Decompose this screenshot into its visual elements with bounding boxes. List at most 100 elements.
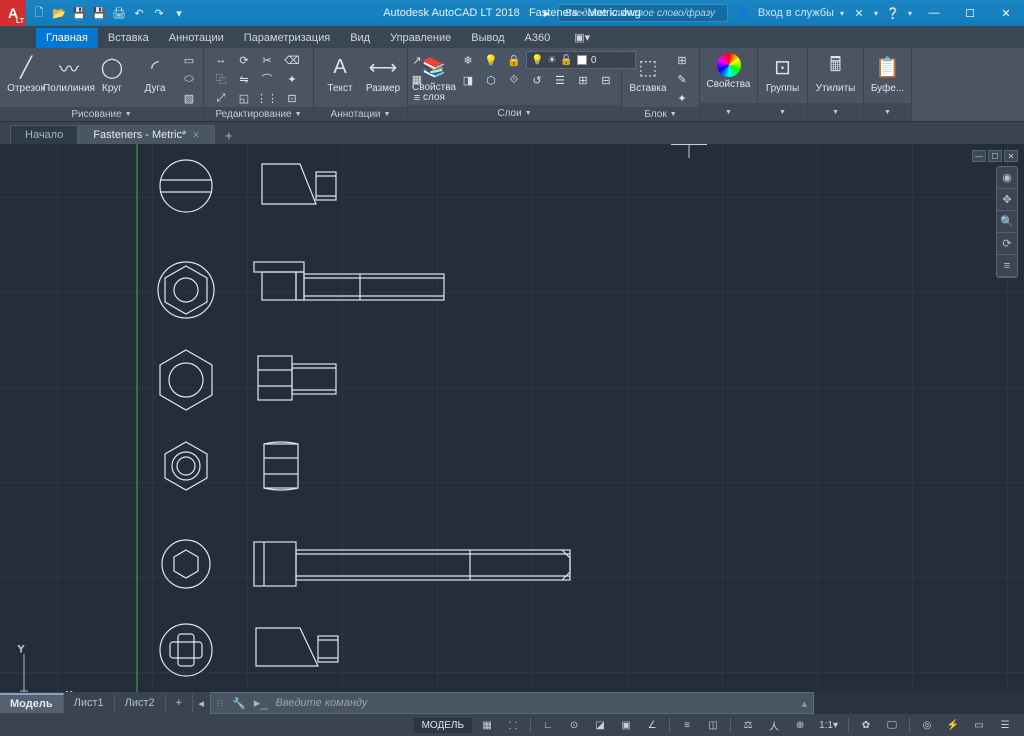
transparency-icon[interactable]: ◫ [702,716,724,734]
sign-in-dd[interactable]: ▾ [840,9,844,18]
layer-on-icon[interactable]: 💡 [480,51,502,69]
redo-icon[interactable]: ↷ [150,4,168,22]
move-icon[interactable]: ↔ [210,51,232,69]
tab-insert[interactable]: Вставка [98,28,159,48]
vp-maximize-button[interactable]: ☐ [988,150,1002,162]
hardware-icon[interactable]: ⚡ [942,716,964,734]
layer-off-icon[interactable]: ⬡ [480,71,502,89]
save-icon[interactable]: 💾 [70,4,88,22]
new-icon[interactable]: 🗋 [30,4,48,22]
clipboard-button[interactable]: 📋Буфе... [868,51,908,96]
layer-props-button[interactable]: 📚Свойства слоя [414,51,454,105]
vp-close-button[interactable]: ✕ [1004,150,1018,162]
stretch-icon[interactable]: ⤢ [210,89,232,107]
sign-in-icon[interactable]: 👤 [734,4,752,22]
layout-sheet1[interactable]: Лист1 [64,694,115,712]
sign-in-label[interactable]: Вход в службы [758,7,834,19]
explode-icon[interactable]: ✦ [281,70,303,88]
hatch-icon[interactable]: ▨ [178,89,200,107]
panel-util-label[interactable]: ▼ [808,103,863,121]
polyline-button[interactable]: 〰Полилиния [49,51,89,96]
undo-icon[interactable]: ↶ [130,4,148,22]
saveas-icon[interactable]: 💾 [90,4,108,22]
nav-more-icon[interactable]: ≡ [997,255,1017,277]
panel-clip-label[interactable]: ▼ [864,103,911,121]
layer-del-icon[interactable]: ⊟ [595,71,617,89]
close-tab-icon[interactable]: ✕ [192,130,200,141]
app-menu-button[interactable]: ALT [0,0,26,26]
annotate-vis-icon[interactable]: 人 [763,716,785,734]
customize-icon[interactable]: ☰ [994,716,1016,734]
circle-button[interactable]: ◯Круг [92,51,132,96]
clean-screen-icon[interactable]: ▭ [968,716,990,734]
groups-button[interactable]: ⊡Группы [763,51,803,96]
layout-sheet2[interactable]: Лист2 [115,694,166,712]
nav-zoom-icon[interactable]: 🔍 [997,211,1017,233]
isolate-icon[interactable]: ◎ [916,716,938,734]
rotate-icon[interactable]: ⟳ [233,51,255,69]
panel-props-label[interactable]: ▼ [700,103,757,121]
rect-icon[interactable]: ▭ [178,51,200,69]
layer-walk-icon[interactable]: ☰ [549,71,571,89]
doctab-home[interactable]: Начало [10,125,78,144]
tab-expander[interactable]: ▣▾ [564,27,600,48]
layout-add[interactable]: + [166,694,193,712]
vp-minimize-button[interactable]: — [972,150,986,162]
panel-block-label[interactable]: Блок▼ [622,107,699,121]
ortho-icon[interactable]: ∟ [537,716,559,734]
layer-merge-icon[interactable]: ⊞ [572,71,594,89]
dimension-button[interactable]: ⟷Размер [363,51,403,96]
fillet-icon[interactable]: ⌒ [256,70,278,88]
status-model-badge[interactable]: МОДЕЛЬ [414,718,472,733]
otrack-icon[interactable]: ∠ [641,716,663,734]
layout-scroll-left[interactable]: ◂ [193,697,209,710]
tab-output[interactable]: Вывод [461,28,514,48]
offset-icon[interactable]: ⊡ [281,89,303,107]
insert-block-button[interactable]: ⬚Вставка [628,51,668,96]
tab-a360[interactable]: A360 [515,28,561,48]
layer-prev-icon[interactable]: ↺ [526,71,548,89]
maximize-button[interactable]: ☐ [952,0,988,26]
panel-groups-label[interactable]: ▼ [758,103,807,121]
tab-manage[interactable]: Управление [380,28,461,48]
create-block-icon[interactable]: ⊞ [671,51,693,69]
annoscale-icon[interactable]: ⚖ [737,716,759,734]
isodraft-icon[interactable]: ◪ [589,716,611,734]
arc-button[interactable]: ◜Дуга [135,51,175,96]
lineweight-icon[interactable]: ≡ [676,716,698,734]
nav-orbit-icon[interactable]: ⟳ [997,233,1017,255]
drawing-canvas[interactable]: — ☐ ✕ ◉ ✥ 🔍 ⟳ ≡ Y X [0,144,1024,692]
tab-parametric[interactable]: Параметризация [234,28,340,48]
polar-icon[interactable]: ⊙ [563,716,585,734]
cmd-expand-icon[interactable]: ▴ [801,697,807,710]
text-button[interactable]: AТекст [320,51,360,96]
layer-combo[interactable]: 💡☀🔓0 [526,51,636,69]
annotate-auto-icon[interactable]: ⊕ [789,716,811,734]
erase-icon[interactable]: ⌫ [281,51,303,69]
trim-icon[interactable]: ✂ [256,51,278,69]
qat-dropdown-icon[interactable]: ▾ [170,4,188,22]
array-icon[interactable]: ⋮⋮ [256,89,278,107]
copy-icon[interactable]: ⿻ [210,70,232,88]
close-button[interactable]: ✕ [988,0,1024,26]
workspace-icon[interactable]: ✿ [855,716,877,734]
exchange-icon[interactable]: ✕ [850,4,868,22]
properties-button[interactable]: Свойства [706,51,751,92]
doctab-file[interactable]: Fasteners - Metric*✕ [78,125,214,144]
block-attr-icon[interactable]: ✦ [671,89,693,107]
tab-home[interactable]: Главная [36,28,98,48]
mirror-icon[interactable]: ⇋ [233,70,255,88]
new-tab-button[interactable]: + [219,126,239,144]
panel-draw-label[interactable]: Рисование▼ [0,107,203,121]
scale-combo[interactable]: 1:1 ▾ [815,716,842,734]
tab-view[interactable]: Вид [340,28,380,48]
line-button[interactable]: ╱Отрезок [6,51,46,96]
edit-block-icon[interactable]: ✎ [671,70,693,88]
open-icon[interactable]: 📂 [50,4,68,22]
panel-modify-label[interactable]: Редактирование▼ [204,107,313,121]
snap-toggle-icon[interactable]: ⸬ [502,716,524,734]
layer-lock-icon[interactable]: 🔒 [503,51,525,69]
nav-wheel-icon[interactable]: ◉ [997,167,1017,189]
monitor-icon[interactable]: 🖵 [881,716,903,734]
panel-annot-label[interactable]: Аннотации▼ [314,107,407,121]
